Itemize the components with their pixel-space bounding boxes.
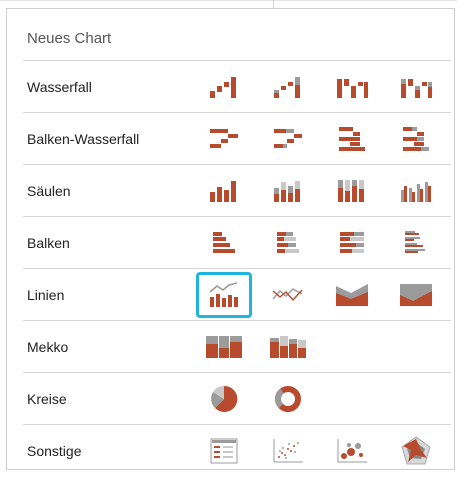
row-saeulen: Säulen xyxy=(23,164,451,217)
row-label: Wasserfall xyxy=(27,79,92,95)
horizontal-waterfall-stacked-icon[interactable] xyxy=(260,116,316,162)
stacked-column-100-icon[interactable] xyxy=(324,168,380,214)
row-label: Balken-Wasserfall xyxy=(27,131,140,147)
waterfall-bridge-icon[interactable] xyxy=(324,64,380,110)
row-balken-wasserfall: Balken-Wasserfall xyxy=(23,112,451,165)
horizontal-waterfall-bridge-stacked-icon[interactable] xyxy=(388,116,444,162)
row-label: Sonstige xyxy=(27,443,82,459)
top-border xyxy=(0,0,457,1)
row-wasserfall: Wasserfall xyxy=(23,60,451,113)
row-label: Balken xyxy=(27,235,70,251)
waterfall-bridge-stacked-icon[interactable] xyxy=(388,64,444,110)
waterfall-icon[interactable] xyxy=(196,64,252,110)
pie-chart-icon[interactable] xyxy=(196,376,252,422)
mekko-icon[interactable] xyxy=(196,324,252,370)
clustered-bar-icon[interactable] xyxy=(388,220,444,266)
bubble-chart-icon[interactable] xyxy=(324,428,380,474)
radar-chart-icon[interactable] xyxy=(388,428,444,474)
row-label: Linien xyxy=(27,287,65,303)
doughnut-chart-icon[interactable] xyxy=(260,376,316,422)
row-label: Kreise xyxy=(27,391,67,407)
line-chart-icon[interactable] xyxy=(260,272,316,318)
table-chart-icon[interactable] xyxy=(196,428,252,474)
row-linien: Linien xyxy=(23,268,451,321)
bar-chart-icon[interactable] xyxy=(196,220,252,266)
horizontal-waterfall-icon[interactable] xyxy=(196,116,252,162)
row-kreise: Kreise xyxy=(23,372,451,425)
stacked-bar-100-icon[interactable] xyxy=(324,220,380,266)
row-mekko: Mekko xyxy=(23,320,451,373)
column-chart-icon[interactable] xyxy=(196,168,252,214)
row-sonstige: Sonstige xyxy=(23,424,451,477)
stacked-column-icon[interactable] xyxy=(260,168,316,214)
mekko-stacked-icon[interactable] xyxy=(260,324,316,370)
top-divider xyxy=(273,0,274,8)
row-label: Mekko xyxy=(27,339,69,355)
line-column-combo-icon[interactable] xyxy=(196,272,252,318)
clustered-column-icon[interactable] xyxy=(388,168,444,214)
scatter-chart-icon[interactable] xyxy=(260,428,316,474)
row-balken: Balken xyxy=(23,216,451,269)
horizontal-waterfall-bridge-icon[interactable] xyxy=(324,116,380,162)
waterfall-stacked-icon[interactable] xyxy=(260,64,316,110)
stacked-bar-icon[interactable] xyxy=(260,220,316,266)
area-chart-100-icon[interactable] xyxy=(388,272,444,318)
chart-gallery-panel: Neues Chart Wasserfall Balken-Wasserfall… xyxy=(6,8,455,470)
area-chart-icon[interactable] xyxy=(324,272,380,318)
row-label: Säulen xyxy=(27,183,71,199)
panel-title: Neues Chart xyxy=(27,30,112,47)
